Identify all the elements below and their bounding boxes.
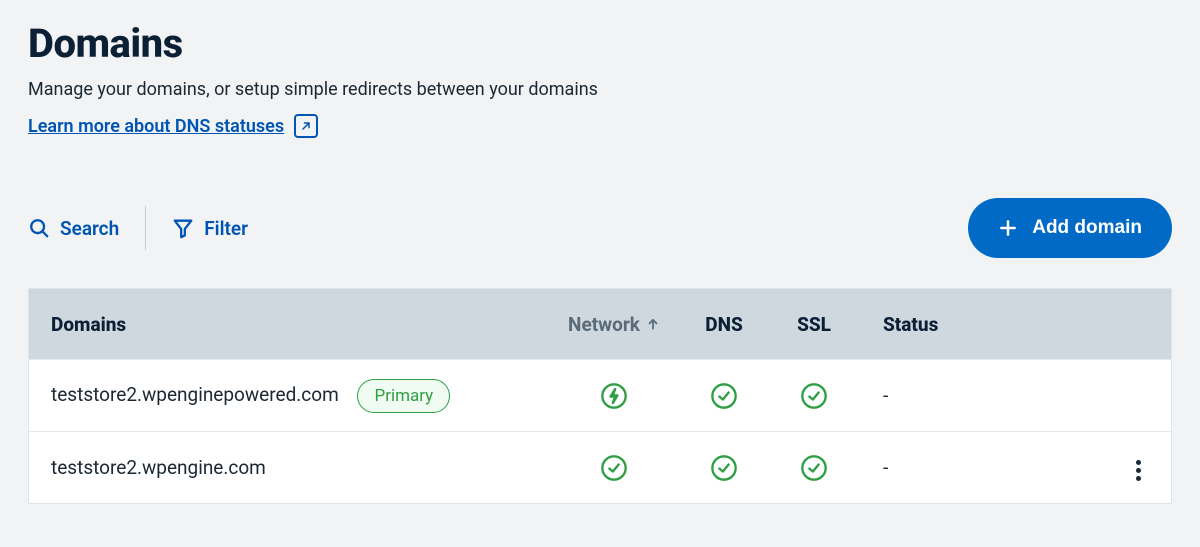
search-label: Search	[60, 217, 119, 240]
domain-name[interactable]: teststore2.wpenginepowered.com	[51, 383, 339, 406]
search-icon	[28, 217, 50, 239]
learn-more-label: Learn more about DNS statuses	[28, 116, 284, 137]
domains-table: Domains Network DNS SSL Status teststore…	[28, 288, 1172, 504]
table-row: teststore2.wpenginepowered.com Primary -	[29, 359, 1171, 431]
page-title: Domains	[28, 20, 1172, 67]
domain-name[interactable]: teststore2.wpengine.com	[51, 456, 266, 479]
plus-icon	[998, 218, 1018, 238]
table-header-row: Domains Network DNS SSL Status	[29, 289, 1171, 359]
filter-label: Filter	[204, 217, 248, 240]
check-circle-icon	[800, 454, 828, 482]
column-header-network[interactable]: Network	[549, 313, 679, 336]
search-button[interactable]: Search	[28, 217, 119, 240]
check-circle-icon	[710, 454, 738, 482]
add-domain-button[interactable]: Add domain	[968, 198, 1172, 258]
check-circle-icon	[600, 454, 628, 482]
column-header-network-label: Network	[568, 313, 640, 336]
check-circle-icon	[710, 382, 738, 410]
toolbar-divider	[145, 206, 146, 250]
add-domain-label: Add domain	[1032, 217, 1142, 239]
column-header-dns[interactable]: DNS	[679, 313, 769, 336]
learn-more-link[interactable]: Learn more about DNS statuses	[28, 114, 318, 138]
column-header-status[interactable]: Status	[859, 313, 999, 336]
check-circle-icon	[800, 382, 828, 410]
table-row: teststore2.wpengine.com -	[29, 431, 1171, 503]
column-header-ssl[interactable]: SSL	[769, 313, 859, 336]
status-cell: -	[859, 456, 999, 479]
filter-icon	[172, 217, 194, 239]
sort-arrow-up-icon	[646, 317, 660, 331]
page-subtitle: Manage your domains, or setup simple red…	[28, 79, 1172, 100]
filter-button[interactable]: Filter	[172, 217, 248, 240]
status-cell: -	[859, 384, 999, 407]
row-actions-menu[interactable]	[1128, 452, 1149, 489]
external-link-icon	[294, 114, 318, 138]
primary-badge: Primary	[357, 379, 450, 413]
column-header-domains[interactable]: Domains	[29, 313, 549, 336]
bolt-circle-icon	[600, 382, 628, 410]
